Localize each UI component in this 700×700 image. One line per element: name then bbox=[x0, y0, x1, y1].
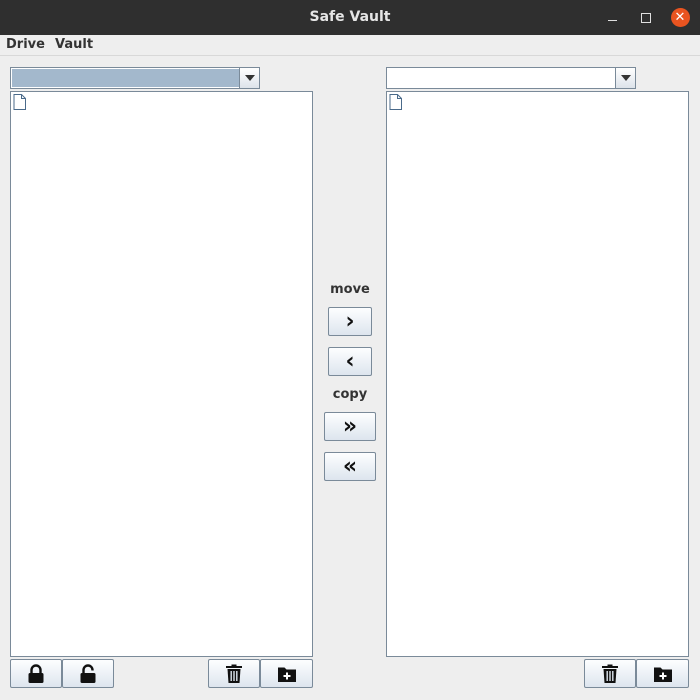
minimize-icon bbox=[607, 20, 617, 21]
delete-button[interactable] bbox=[208, 659, 260, 688]
minimize-button[interactable] bbox=[602, 0, 622, 35]
chevron-down-icon[interactable] bbox=[239, 68, 259, 88]
menu-drive[interactable]: Drive bbox=[6, 35, 45, 55]
move-right-button[interactable]: › bbox=[328, 307, 372, 336]
file-icon[interactable] bbox=[13, 94, 26, 110]
lock-button[interactable] bbox=[10, 659, 62, 688]
unlock-button[interactable] bbox=[62, 659, 114, 688]
right-drive-select[interactable] bbox=[386, 67, 636, 89]
move-left-button[interactable]: ‹ bbox=[328, 347, 372, 376]
close-icon: ✕ bbox=[670, 8, 690, 27]
unlock-icon bbox=[80, 663, 96, 683]
left-drive-select[interactable] bbox=[10, 67, 260, 89]
folder-add-icon bbox=[277, 667, 296, 682]
left-file-tree[interactable] bbox=[10, 91, 313, 657]
delete-button[interactable] bbox=[584, 659, 636, 688]
lock-icon bbox=[28, 663, 44, 683]
window-title: Safe Vault bbox=[309, 9, 391, 25]
menu-bar: Drive Vault bbox=[0, 35, 700, 56]
copy-right-button[interactable]: » bbox=[324, 412, 376, 441]
title-bar: Safe Vault ✕ bbox=[0, 0, 700, 35]
folder-add-icon bbox=[653, 667, 672, 682]
copy-left-button[interactable]: « bbox=[324, 452, 376, 481]
maximize-icon bbox=[641, 12, 651, 23]
left-drive-select-value bbox=[12, 69, 239, 87]
maximize-button[interactable] bbox=[636, 0, 656, 35]
trash-icon bbox=[226, 664, 242, 683]
file-icon[interactable] bbox=[389, 94, 402, 110]
double-chevron-left-icon: « bbox=[342, 454, 358, 479]
new-folder-button[interactable] bbox=[636, 659, 689, 688]
chevron-down-icon[interactable] bbox=[615, 68, 635, 88]
menu-vault[interactable]: Vault bbox=[55, 35, 93, 55]
right-drive-select-value bbox=[388, 69, 615, 87]
close-button[interactable]: ✕ bbox=[670, 0, 690, 35]
right-file-tree[interactable] bbox=[386, 91, 689, 657]
chevron-right-icon: › bbox=[345, 309, 355, 334]
trash-icon bbox=[602, 664, 618, 683]
copy-label: copy bbox=[332, 387, 368, 402]
chevron-left-icon: ‹ bbox=[345, 349, 355, 374]
double-chevron-right-icon: » bbox=[342, 414, 358, 439]
new-folder-button[interactable] bbox=[260, 659, 313, 688]
move-label: move bbox=[330, 282, 370, 297]
